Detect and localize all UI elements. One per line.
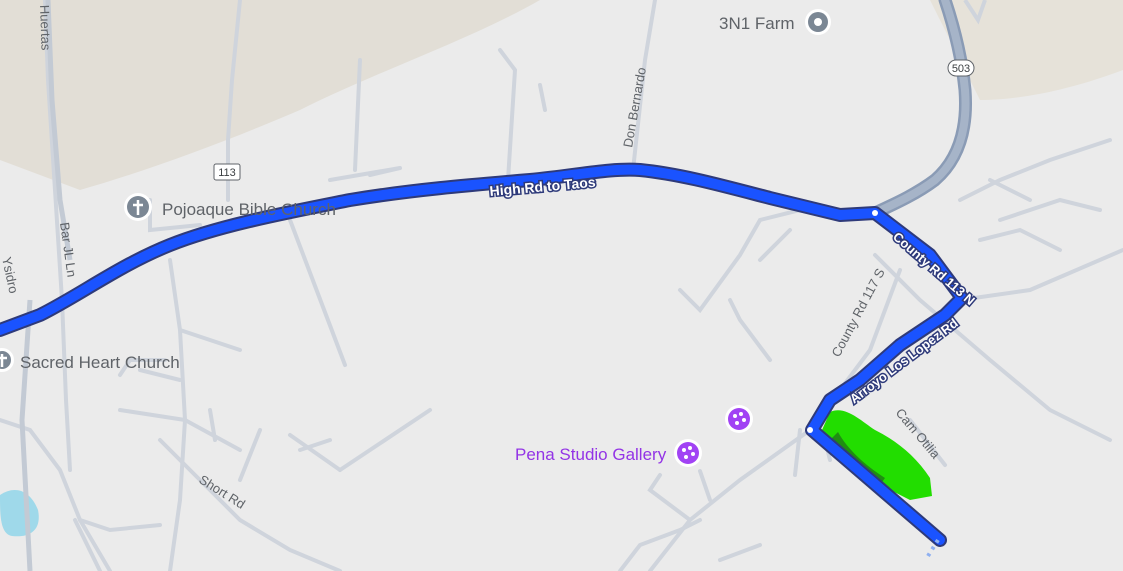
road-label-huertas: Huertas [37, 5, 54, 52]
church-cross-icon [124, 193, 152, 221]
terrain-area [0, 0, 540, 190]
svg-text:503: 503 [952, 63, 970, 75]
place-pena-studio-gallery[interactable]: Pena Studio Gallery [515, 439, 702, 467]
palette-marker[interactable] [725, 405, 753, 433]
palette-icon [725, 405, 753, 433]
map-canvas[interactable]: High Rd to Taos County Rd 113 N Arroyo L… [0, 0, 1123, 571]
place-label: Sacred Heart Church [20, 353, 180, 372]
water-pond [0, 490, 39, 537]
road-label-don-bernardo: Don Bernardo [620, 66, 649, 148]
highway-503-road-inner [871, 0, 970, 217]
road-label-county-rd-117-s: County Rd 117 S [828, 266, 887, 360]
place-label: Pena Studio Gallery [515, 445, 667, 464]
place-label: 3N1 Farm [719, 14, 795, 33]
place-pin-icon [805, 9, 831, 35]
map-view[interactable]: High Rd to Taos County Rd 113 N Arroyo L… [0, 0, 1123, 571]
road-label-county-rd-113-n: County Rd 113 N [890, 229, 978, 308]
svg-text:113: 113 [218, 167, 236, 179]
highway-shield-503: 503 [947, 59, 975, 77]
route-turn-point [807, 427, 813, 433]
palette-icon [674, 439, 702, 467]
church-cross-icon [0, 348, 14, 372]
road-label-ysidro: Ysidro [0, 256, 21, 295]
route-turn-point [872, 210, 878, 216]
highway-shield-113: 113 [213, 163, 241, 181]
place-3n1-farm[interactable]: 3N1 Farm [719, 9, 831, 35]
place-label: Pojoaque Bible Church [162, 200, 336, 219]
